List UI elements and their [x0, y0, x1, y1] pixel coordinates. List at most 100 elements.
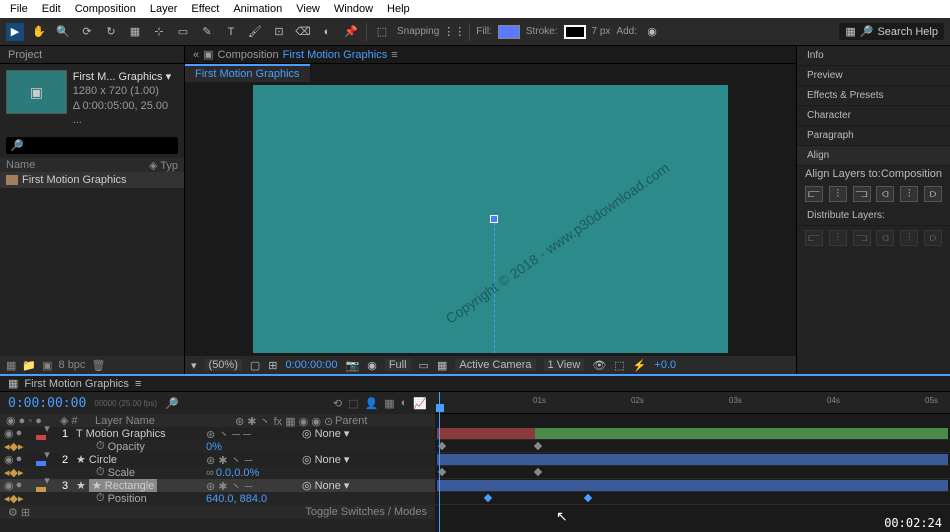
toggle-switches[interactable]: Toggle Switches / Modes — [305, 506, 427, 518]
twirl-icon[interactable]: ▾ — [44, 475, 50, 487]
col-type[interactable]: ◈ Typ — [149, 159, 178, 172]
folder-icon[interactable]: 📁 — [22, 359, 36, 372]
prop-name[interactable]: Scale — [108, 467, 136, 479]
pickwhip-icon[interactable]: ◎ — [302, 479, 312, 492]
align-vcenter-icon[interactable]: ⫶ — [900, 186, 918, 202]
align-right-icon[interactable]: ⫎ — [853, 186, 871, 202]
layer-name[interactable]: ★★ Rectangle — [72, 479, 202, 492]
add-menu-icon[interactable]: ◉ — [643, 23, 661, 41]
align-panel[interactable]: Align — [797, 146, 950, 166]
align-bottom-icon[interactable]: ⫐ — [924, 186, 942, 202]
bpc-label[interactable]: 8 bpc — [59, 359, 86, 371]
search-help[interactable]: ▦ 🔎 Search Help — [839, 23, 944, 40]
align-top-icon[interactable]: ⫏ — [876, 186, 894, 202]
camera-dropdown[interactable]: Active Camera — [455, 359, 535, 371]
comp-name[interactable]: First M... Graphics ▾ — [73, 70, 178, 84]
prop-name[interactable]: Opacity — [108, 441, 145, 453]
expand-icon[interactable]: ⚙ ⊞ — [8, 506, 30, 519]
composition-canvas[interactable]: Copyright © 2018 - www.p30download.com — [253, 85, 728, 353]
stamp-tool-icon[interactable]: ⊡ — [270, 23, 288, 41]
layer-bar[interactable] — [535, 428, 948, 439]
frame-blend-icon[interactable]: ▦ — [384, 397, 394, 410]
stroke-width[interactable]: 7 px — [592, 26, 611, 37]
visibility-icon[interactable]: ◉ — [4, 427, 14, 440]
eraser-tool-icon[interactable]: ⌫ — [294, 23, 312, 41]
pickwhip-icon[interactable]: ◎ — [302, 453, 312, 466]
align-to-dropdown[interactable]: Composition — [881, 168, 942, 180]
tl-menu-icon[interactable]: ≡ — [135, 378, 141, 390]
layer-name[interactable]: T Motion Graphics — [72, 428, 202, 440]
new-comp-icon[interactable]: ▣ — [42, 359, 52, 372]
character-panel[interactable]: Character — [797, 106, 950, 126]
comp-tab[interactable]: First Motion Graphics — [185, 64, 310, 82]
menu-effect[interactable]: Effect — [185, 3, 225, 15]
shy-icon[interactable]: 👤 — [365, 397, 379, 410]
keyframe-icon[interactable] — [534, 468, 542, 476]
trash-icon[interactable]: 🗑 — [91, 359, 105, 372]
timeline-tracks[interactable]: 01s 02s 03s 04s 05s — [435, 392, 950, 532]
current-timecode[interactable]: 0:00:00:00 — [8, 396, 86, 411]
layer-bar[interactable] — [437, 480, 948, 491]
col-parent[interactable]: Parent — [335, 415, 367, 427]
prop-name[interactable]: Position — [108, 493, 147, 505]
view-opts-icon[interactable]: 👁 — [592, 359, 606, 372]
pen-tool-icon[interactable]: ✎ — [198, 23, 216, 41]
draft3d-icon[interactable]: ⬚ — [348, 397, 358, 410]
view-dropdown[interactable]: 1 View — [544, 359, 585, 371]
menu-composition[interactable]: Composition — [69, 3, 142, 15]
col-name[interactable]: Name — [6, 159, 35, 171]
stopwatch-icon[interactable]: ⏱ — [96, 492, 105, 505]
transparency-icon[interactable]: ▦ — [437, 359, 447, 372]
project-header[interactable]: Project — [0, 46, 184, 64]
project-item[interactable]: First Motion Graphics — [0, 172, 184, 188]
exposure[interactable]: +0.0 — [654, 359, 676, 371]
preview-timecode[interactable]: 0:00:00:00 — [286, 359, 338, 371]
brush-tool-icon[interactable]: 🖌 — [246, 23, 264, 41]
snapping-label[interactable]: Snapping — [397, 26, 439, 37]
channel-icon[interactable]: ◉ — [367, 359, 377, 372]
rect-tool-icon[interactable]: ▭ — [174, 23, 192, 41]
roi-icon[interactable]: ▭ — [419, 359, 429, 372]
selection-tool-icon[interactable]: ▶ — [6, 23, 24, 41]
twirl-icon[interactable]: ▾ — [44, 449, 50, 461]
search-placeholder[interactable]: Search Help — [877, 26, 938, 38]
layer-bar[interactable] — [437, 454, 948, 465]
paragraph-panel[interactable]: Paragraph — [797, 126, 950, 146]
preview-panel[interactable]: Preview — [797, 66, 950, 86]
stopwatch-icon[interactable]: ⏱ — [96, 440, 105, 453]
zoom-tool-icon[interactable]: 🔍 — [54, 23, 72, 41]
keyframe-icon[interactable] — [484, 494, 492, 502]
align-left-icon[interactable]: ⫍ — [805, 186, 823, 202]
tl-search-icon[interactable]: 🔎 — [165, 397, 179, 410]
text-tool-icon[interactable]: T — [222, 23, 240, 41]
orbit-tool-icon[interactable]: ⟳ — [78, 23, 96, 41]
visibility-icon[interactable]: ◉ — [4, 453, 14, 466]
stroke-swatch[interactable] — [564, 25, 586, 39]
solo-icon[interactable]: ● — [16, 427, 23, 440]
snap-opts-icon[interactable]: ⋮⋮ — [445, 23, 463, 41]
time-ruler[interactable]: 01s 02s 03s 04s 05s — [435, 392, 950, 414]
playhead[interactable] — [439, 392, 440, 532]
comp-breadcrumb[interactable]: First Motion Graphics — [283, 49, 388, 61]
hand-tool-icon[interactable]: ✋ — [30, 23, 48, 41]
menu-help[interactable]: Help — [381, 3, 416, 15]
menu-edit[interactable]: Edit — [36, 3, 67, 15]
parent-dropdown[interactable]: None — [315, 428, 341, 440]
solo-icon[interactable]: ● — [16, 453, 23, 466]
anchor-tool-icon[interactable]: ⊹ — [150, 23, 168, 41]
align-hcenter-icon[interactable]: ⫶ — [829, 186, 847, 202]
puppet-tool-icon[interactable]: 📌 — [342, 23, 360, 41]
viewer[interactable]: Copyright © 2018 - www.p30download.com — [185, 82, 796, 356]
pickwhip-icon[interactable]: ◎ — [302, 427, 312, 440]
comp-mini-icon[interactable]: ⟲ — [333, 397, 342, 410]
3d-icon[interactable]: ⬚ — [614, 359, 624, 372]
camera-tool-icon[interactable]: ▦ — [126, 23, 144, 41]
stroke-label[interactable]: Stroke: — [526, 26, 558, 37]
parent-dropdown[interactable]: None — [315, 454, 341, 466]
res-icon[interactable]: ▢ — [250, 359, 260, 372]
keyframe-nav-icon[interactable]: ◂◆▸ — [4, 492, 24, 505]
snapshot-icon[interactable]: 📷 — [346, 359, 360, 372]
snap-icon[interactable]: ⬚ — [373, 23, 391, 41]
workspace-icon[interactable]: ▦ — [845, 25, 855, 38]
motion-blur-icon[interactable]: ◐ — [401, 397, 408, 410]
